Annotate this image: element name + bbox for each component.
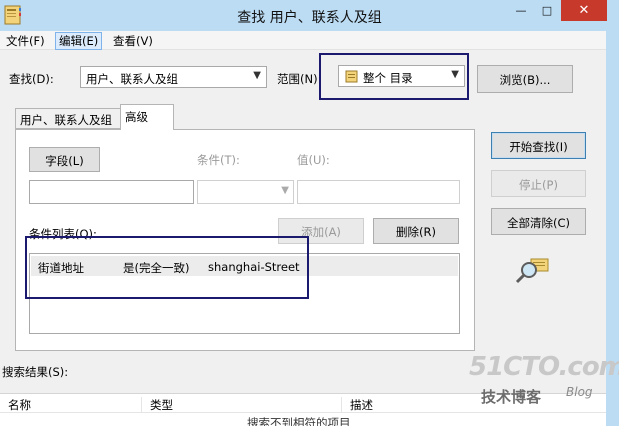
stop-button[interactable]: 停止(P) <box>491 170 586 197</box>
maximize-button[interactable]: □ <box>534 0 560 21</box>
remove-button[interactable]: 删除(R) <box>373 218 459 244</box>
chevron-down-icon: ▼ <box>253 70 261 81</box>
column-type[interactable]: 类型 <box>141 397 173 414</box>
menu-edit[interactable]: 编辑(E) <box>55 32 103 50</box>
condition-label: 条件(T): <box>197 153 240 167</box>
column-description[interactable]: 描述 <box>341 397 373 414</box>
search-results-label: 搜索结果(S): <box>2 365 69 379</box>
watermark-blog: Blog <box>566 385 593 399</box>
condition-select[interactable]: ▼ <box>197 180 294 204</box>
clear-all-button[interactable]: 全部清除(C) <box>491 208 586 235</box>
title-bar[interactable]: 查找 用户、联系人及组 — □ ✕ <box>0 0 619 31</box>
browse-button[interactable]: 浏览(B)... <box>477 65 573 93</box>
find-select[interactable]: 用户、联系人及组 ▼ <box>80 66 267 88</box>
find-select-value: 用户、联系人及组 <box>86 72 178 86</box>
highlight-box-condition <box>25 236 309 299</box>
watermark: 51CTO.com 技术博客 Blog <box>467 352 619 410</box>
results-list[interactable]: 搜索不到相符的项目 <box>0 413 606 426</box>
search-magnifier-icon <box>515 258 549 284</box>
menu-bar: 文件(F) 编辑(E) 查看(V) <box>0 31 606 50</box>
no-results-message: 搜索不到相符的项目 <box>247 416 351 426</box>
menu-file[interactable]: 文件(F) <box>6 33 45 49</box>
highlight-box-scope <box>319 53 469 100</box>
watermark-logo: 51CTO.com <box>469 352 619 382</box>
field-button[interactable]: 字段(L) <box>29 147 100 172</box>
minimize-button[interactable]: — <box>508 0 534 21</box>
chevron-down-icon: ▼ <box>281 185 289 196</box>
value-label: 值(U): <box>297 153 330 167</box>
column-name[interactable]: 名称 <box>0 397 31 414</box>
field-input[interactable] <box>29 180 194 204</box>
value-input[interactable] <box>297 180 460 204</box>
tab-advanced[interactable]: 高级 <box>120 104 174 130</box>
scope-label: 范围(N): <box>277 72 322 86</box>
menu-view[interactable]: 查看(V) <box>113 33 153 49</box>
find-label: 查找(D): <box>9 72 54 86</box>
close-button[interactable]: ✕ <box>561 0 607 21</box>
watermark-subtitle: 技术博客 <box>481 388 542 406</box>
start-search-button[interactable]: 开始查找(I) <box>491 132 586 159</box>
tab-users-contacts-groups[interactable]: 用户、联系人及组 <box>15 108 121 129</box>
